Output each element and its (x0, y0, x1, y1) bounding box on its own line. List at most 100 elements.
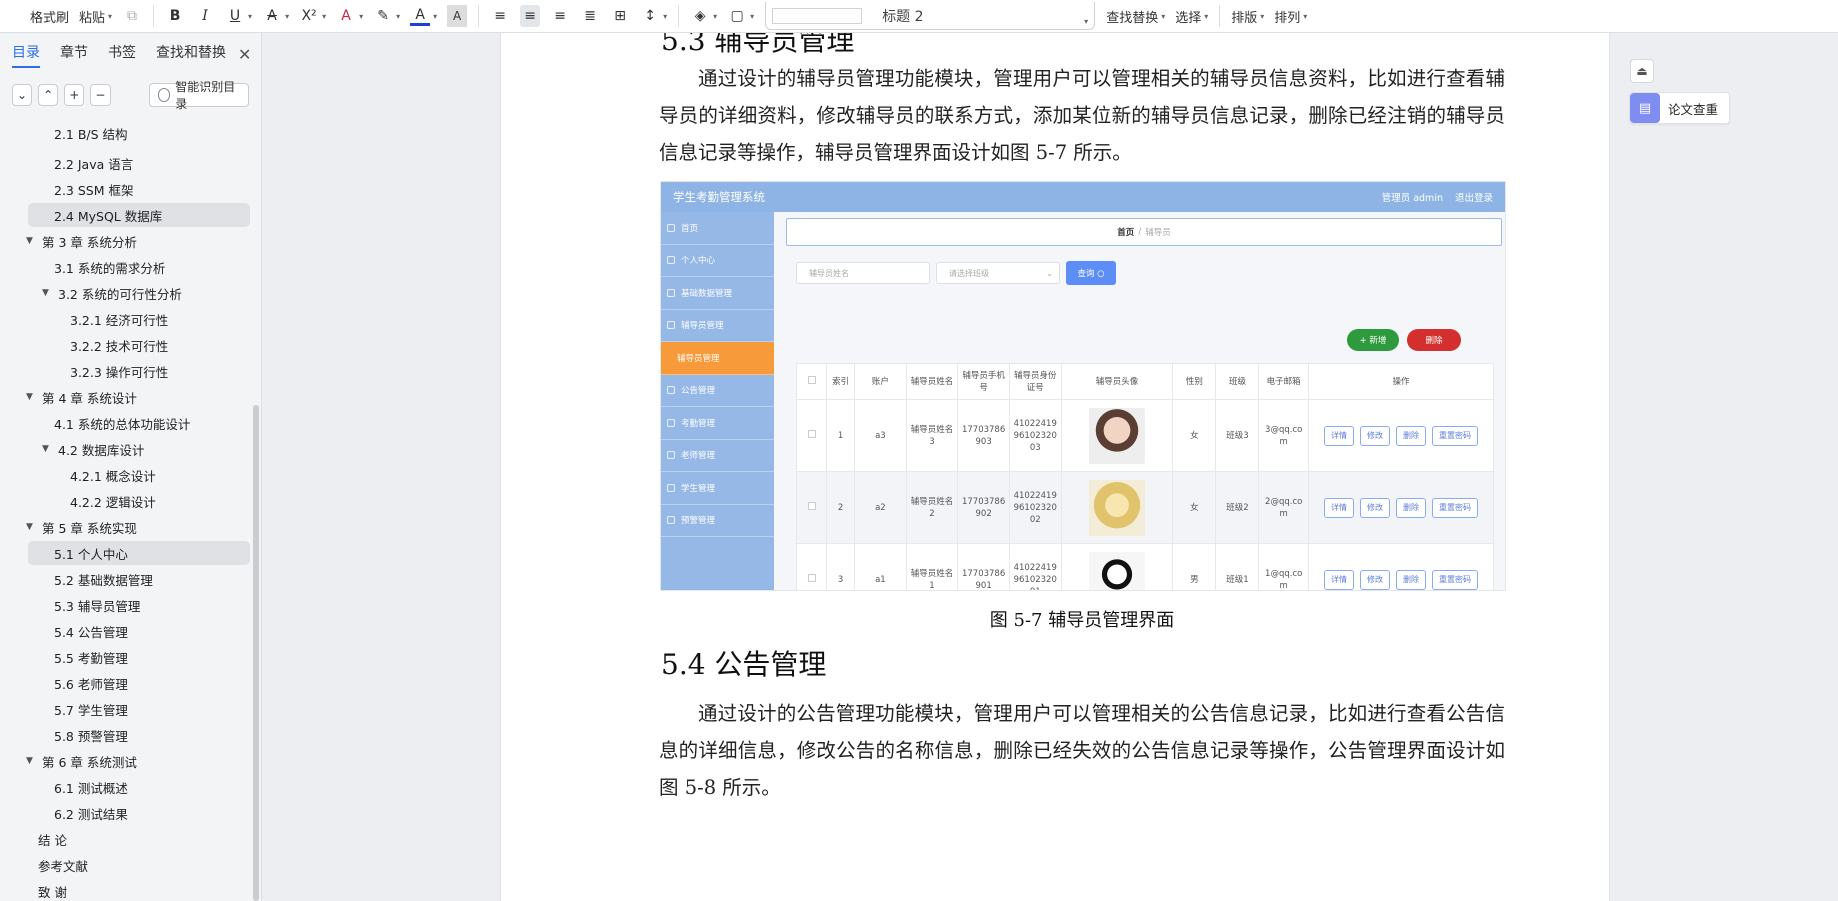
toc-item[interactable]: 5.7 学生管理 (54, 697, 128, 721)
tab-chapters[interactable]: 章节 (60, 42, 88, 66)
highlight-icon[interactable]: ✎ ▾ (368, 4, 405, 28)
select-button[interactable]: 选择 ▾ (1170, 4, 1213, 28)
toc-item[interactable]: 3.2.1 经济可行性 (70, 307, 168, 331)
chevron-down-icon[interactable]: ▼ (26, 392, 36, 402)
toc-item[interactable]: 6.2 测试结果 (54, 801, 128, 825)
font-color-button[interactable]: A ▾ (405, 4, 442, 28)
figure-caption: 图 5-7 辅导员管理界面 (989, 610, 1175, 631)
fig-table-row: 2 a2 辅导员姓名2 17703786902 410224199610232002 女班… (795, 471, 1495, 544)
toc-item-label: 4.2.2 逻辑设计 (70, 494, 156, 510)
distributed-icon[interactable]: ⊞ (605, 4, 635, 28)
strikethrough-button[interactable]: A ▾ (257, 4, 294, 28)
format-painter-button[interactable]: 格式刷 (25, 4, 74, 28)
chevron-up-icon[interactable]: ⌃ (38, 84, 59, 106)
toc-item[interactable]: 5.1 个人中心 (28, 541, 250, 565)
fig-table-header: 索引 (826, 363, 856, 400)
chevron-down-icon[interactable]: ▼ (26, 236, 36, 246)
toc-item[interactable]: 3.2.3 操作可行性 (70, 359, 168, 383)
toc-item[interactable]: ▼ 第 6 章 系统测试 (26, 749, 137, 773)
fig-main: 首页 / 辅导员 辅导员姓名 请选择班级 ⌄ 查询 ○ + 新增 删除 索引 账户辅… (774, 212, 1505, 590)
toc-item[interactable]: ▼ 4.2 数据库设计 (42, 437, 144, 461)
superscript-button[interactable]: X² ▾ (294, 4, 331, 28)
plus-icon[interactable]: + (64, 84, 85, 106)
tab-bookmarks[interactable]: 书签 (108, 42, 136, 66)
fig-table-cell: a3 (854, 399, 907, 472)
fig-nav-icon (667, 451, 675, 460)
toc-item[interactable]: 2.1 B/S 结构 (54, 125, 128, 145)
toc-item[interactable]: 致 谢 (38, 879, 67, 901)
toc-item-label: 5.4 公告管理 (54, 624, 128, 640)
toc-item[interactable]: 4.1 系统的总体功能设计 (54, 411, 190, 435)
fig-nav-icon (667, 321, 675, 330)
fig-table-cell: a1 (854, 543, 907, 590)
align-right-icon[interactable]: ≡ (545, 4, 575, 28)
fig-nav-item: 辅导员管理 (661, 310, 774, 342)
text-effect-button[interactable]: A ▾ (331, 4, 368, 28)
paper-check-button[interactable]: ▤ 论文查重 (1629, 92, 1730, 124)
toc-item[interactable]: 3.2.2 技术可行性 (70, 333, 168, 357)
toc-item[interactable]: 2.4 MySQL 数据库 (28, 203, 250, 227)
align-left-icon[interactable]: ≡ (485, 4, 515, 28)
fig-add-button: + 新增 (1347, 329, 1399, 351)
fig-row-actions: 详情 修改 删除 重置密码 (1311, 569, 1491, 590)
copy-icon[interactable]: ⧉ (117, 4, 147, 28)
align-center-icon[interactable]: ≡ (515, 4, 545, 28)
toc-item[interactable]: 5.6 老师管理 (54, 671, 128, 695)
paste-button[interactable]: 粘贴 ▾ (74, 4, 117, 28)
align-justify-icon[interactable]: ≣ (575, 4, 605, 28)
toc-item[interactable]: 2.2 Java 语言 (54, 151, 133, 175)
tab-toc[interactable]: 目录 (12, 42, 40, 68)
fig-nav-item: 个人中心 (661, 245, 774, 277)
fig-nav-icon (667, 418, 675, 427)
toc-item[interactable]: 4.2.1 概念设计 (70, 463, 156, 487)
fig-table-cell: 女 (1172, 399, 1217, 472)
fig-table-cell (795, 399, 828, 472)
shading-icon[interactable]: ◈ ▾ (685, 4, 722, 28)
toc-item[interactable]: 5.2 基础数据管理 (54, 567, 153, 591)
toc-item[interactable]: 4.2.2 逻辑设计 (70, 489, 156, 513)
fig-table-row: 1 a3 辅导员姓名3 17703786903 410224199610232003 女班… (795, 399, 1495, 472)
toc-item-label: 5.5 考勤管理 (54, 650, 128, 666)
toc-item[interactable]: 5.3 辅导员管理 (54, 593, 140, 617)
toc-item[interactable]: 6.1 测试概述 (54, 775, 128, 799)
minus-icon[interactable]: − (90, 84, 111, 106)
toc-item[interactable]: ▼ 第 3 章 系统分析 (26, 229, 137, 253)
toc-item[interactable]: 5.8 预警管理 (54, 723, 128, 747)
toc-item[interactable]: 结 论 (38, 827, 67, 851)
toc-item[interactable]: 2.3 SSM 框架 (54, 177, 133, 201)
toc-item[interactable]: ▼ 第 5 章 系统实现 (26, 515, 137, 539)
line-spacing-icon[interactable]: ↕ ▾ (635, 4, 672, 28)
bold-button[interactable]: B (160, 4, 190, 28)
toc-item[interactable]: ▼ 3.2 系统的可行性分析 (42, 281, 182, 305)
chevron-down-icon[interactable]: ▼ (42, 444, 52, 454)
toc-item[interactable]: 5.5 考勤管理 (54, 645, 128, 669)
fig-breadcrumb: 首页 / 辅导员 (786, 218, 1502, 246)
toc-scrollbar[interactable] (253, 405, 259, 901)
avatar (1088, 551, 1145, 590)
toc-item[interactable]: 3.1 系统的需求分析 (54, 255, 165, 279)
toc-item[interactable]: 5.4 公告管理 (54, 619, 128, 643)
chevron-down-icon[interactable]: ▾ (1084, 17, 1088, 26)
toc-item[interactable]: ▼ 第 4 章 系统设计 (26, 385, 137, 409)
tab-find-replace[interactable]: 查找和替换 (156, 42, 226, 66)
collapse-down-icon[interactable]: ⌄ (12, 84, 33, 106)
smart-toc-button[interactable]: 智能识别目录 (148, 80, 249, 111)
layout-button[interactable]: 排版 ▾ (1226, 4, 1269, 28)
toc-item-label: 5.8 预警管理 (54, 728, 128, 744)
arrange-button[interactable]: 排列 ▾ (1269, 4, 1312, 28)
paragraph: 通过设计的公告管理功能模块，管理用户可以管理相关的公告信息记录，比如进行查看公告… (659, 695, 1505, 806)
underline-button[interactable]: U ▾ (220, 4, 257, 28)
close-icon[interactable]: ✕ (238, 45, 251, 64)
chevron-down-icon[interactable]: ▼ (26, 522, 36, 532)
chevron-down-icon[interactable]: ▼ (26, 756, 36, 766)
toc-item-label: 第 6 章 系统测试 (42, 754, 137, 770)
find-replace-button[interactable]: 查找替换 ▾ (1101, 4, 1170, 28)
border-icon[interactable]: ▢ ▾ (722, 4, 759, 28)
char-shading-icon[interactable]: A (442, 4, 472, 28)
toc-item[interactable]: 参考文献 (38, 853, 88, 877)
italic-button[interactable]: I (190, 4, 220, 28)
chevron-down-icon[interactable]: ▼ (42, 288, 52, 298)
fig-nav-icon (667, 256, 675, 265)
collapse-panel-icon[interactable]: ⏏ (1630, 59, 1654, 83)
style-gallery[interactable]: 标题 2 ▾ (765, 2, 1096, 30)
